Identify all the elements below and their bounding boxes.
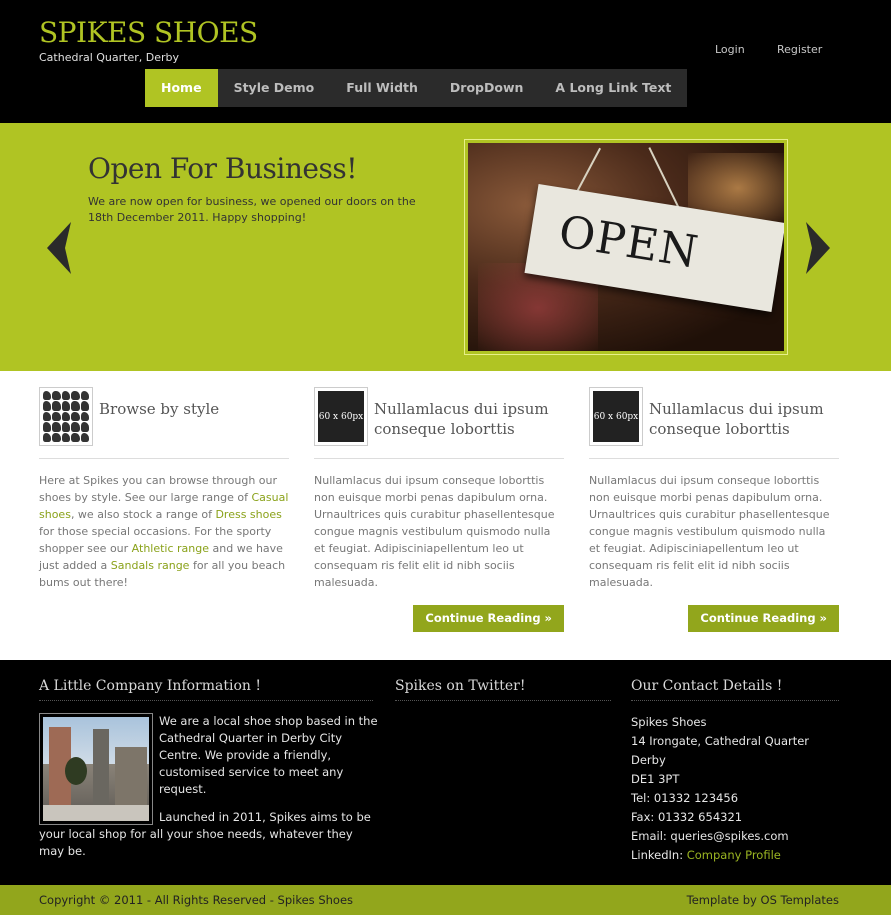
footer-about: A Little Company Information ! We are a …: [39, 678, 378, 858]
placeholder-thumbnail[interactable]: 60 x 60px: [589, 387, 643, 446]
site-tagline: Cathedral Quarter, Derby: [39, 51, 180, 64]
open-sign-photo: OPEN: [468, 143, 784, 351]
slide-image[interactable]: OPEN: [464, 139, 788, 355]
nav-long-link[interactable]: A Long Link Text: [539, 69, 687, 107]
contact-details: Spikes Shoes 14 Irongate, Cathedral Quar…: [631, 713, 839, 865]
login-link[interactable]: Login: [715, 43, 745, 56]
contact-tel: Tel: 01332 123456: [631, 791, 739, 805]
divider: [589, 458, 839, 459]
divider: [39, 458, 289, 459]
footer-twitter: Spikes on Twitter!: [395, 678, 611, 701]
nav-full-width[interactable]: Full Width: [330, 69, 434, 107]
athletic-range-link[interactable]: Athletic range: [132, 542, 209, 555]
about-paragraph-2: Launched in 2011, Spikes aims to be your…: [39, 810, 371, 858]
linkedin-link[interactable]: Company Profile: [687, 848, 781, 862]
dress-shoes-link[interactable]: Dress shoes: [215, 508, 281, 521]
placeholder-thumbnail[interactable]: 60 x 60px: [314, 387, 368, 446]
contact-fax: Fax: 01332 654321: [631, 810, 743, 824]
shoe-styles-thumbnail[interactable]: [39, 387, 93, 446]
chevron-left-icon[interactable]: [43, 220, 73, 276]
slide-title: Open For Business!: [88, 152, 357, 185]
placeholder-label: 60 x 60px: [318, 391, 364, 442]
template-credit-link[interactable]: Template by OS Templates: [687, 893, 839, 907]
copyright-text: Copyright © 2011 - All Rights Reserved -…: [39, 893, 354, 907]
contact-linkedin: LinkedIn: Company Profile: [631, 848, 781, 862]
site-logo[interactable]: SPIKES SHOES: [39, 15, 258, 51]
column-title: Nullamlacus dui ipsum conseque loborttis: [374, 400, 549, 438]
footer-twitter-title: Spikes on Twitter!: [395, 678, 611, 701]
slide-text: We are now open for business, we opened …: [88, 195, 416, 224]
footer-contact: Our Contact Details ! Spikes Shoes 14 Ir…: [631, 678, 839, 865]
placeholder-label: 60 x 60px: [593, 391, 639, 442]
nav-style-demo[interactable]: Style Demo: [218, 69, 331, 107]
featured-slider: Open For Business! We are now open for b…: [0, 123, 891, 371]
column-title: Nullamlacus dui ipsum conseque loborttis: [649, 400, 824, 438]
about-paragraph-1: We are a local shoe shop based in the Ca…: [159, 714, 378, 796]
contact-city: Derby: [631, 753, 666, 767]
divider: [314, 458, 564, 459]
continue-reading-button[interactable]: Continue Reading »: [688, 605, 839, 632]
column-text: Nullamlacus dui ipsum conseque loborttis…: [589, 474, 830, 589]
register-link[interactable]: Register: [777, 43, 822, 56]
contact-postcode: DE1 3PT: [631, 772, 680, 786]
shoes-grid-image: [43, 391, 89, 442]
chevron-right-icon[interactable]: [804, 220, 834, 276]
sandals-range-link[interactable]: Sandals range: [111, 559, 190, 572]
sign-text: OPEN: [555, 206, 702, 279]
contact-name: Spikes Shoes: [631, 715, 707, 729]
site-footer: A Little Company Information ! We are a …: [0, 660, 891, 885]
nav-dropdown[interactable]: DropDown: [434, 69, 540, 107]
main-nav: Home Style Demo Full Width DropDown A Lo…: [145, 69, 688, 107]
site-header: SPIKES SHOES Cathedral Quarter, Derby Lo…: [0, 0, 891, 123]
contact-address: 14 Irongate, Cathedral Quarter: [631, 734, 810, 748]
nav-home[interactable]: Home: [145, 69, 218, 107]
column-text: Nullamlacus dui ipsum conseque loborttis…: [314, 474, 555, 589]
footer-about-title: A Little Company Information !: [39, 678, 373, 701]
footer-contact-title: Our Contact Details !: [631, 678, 839, 701]
column-text: Here at Spikes you can browse through ou…: [39, 474, 289, 589]
contact-email: Email: queries@spikes.com: [631, 829, 789, 843]
copyright-bar: Copyright © 2011 - All Rights Reserved -…: [0, 885, 891, 915]
column-title: Browse by style: [99, 400, 220, 418]
continue-reading-button[interactable]: Continue Reading »: [413, 605, 564, 632]
